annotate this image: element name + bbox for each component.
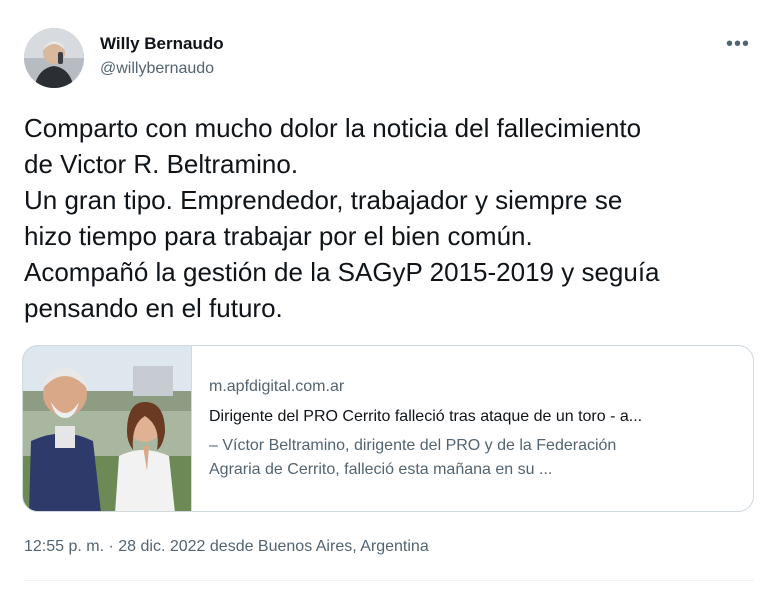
tweet-text-line: hizo tiempo para trabajar por el bien co…	[24, 221, 533, 251]
link-preview-card[interactable]: m.apfdigital.com.ar Dirigente del PRO Ce…	[22, 345, 754, 512]
tweet-text-line: pensando en el futuro.	[24, 293, 283, 323]
tweet-text-line: Acompañó la gestión de la SAGyP 2015-201…	[24, 257, 660, 287]
card-domain: m.apfdigital.com.ar	[209, 378, 345, 395]
tweet-text-line: de Victor R. Beltramino.	[24, 149, 299, 179]
card-title: Dirigente del PRO Cerrito falleció tras …	[209, 408, 643, 425]
tweet: Willy Bernaudo @willybernaudo ••• Compar…	[0, 0, 770, 605]
more-horizontal-icon[interactable]: •••	[722, 30, 754, 58]
card-description-line: Agraria de Cerrito, falleció esta mañana…	[209, 461, 553, 478]
card-description-line: – Víctor Beltramino, dirigente del PRO y…	[209, 437, 617, 454]
card-description: – Víctor Beltramino, dirigente del PRO y…	[209, 434, 739, 482]
tweet-text-line: Un gran tipo. Emprendedor, trabajador y …	[24, 185, 623, 215]
divider	[24, 580, 754, 581]
tweet-text-line: Comparto con mucho dolor la noticia del …	[24, 113, 642, 143]
tweet-timestamp[interactable]: 12:55 p. m. · 28 dic. 2022 desde Buenos …	[24, 538, 429, 556]
author-handle[interactable]: @willybernaudo	[100, 60, 214, 78]
tweet-text: Comparto con mucho dolor la noticia del …	[24, 110, 754, 326]
link-preview-image	[23, 346, 192, 511]
avatar[interactable]	[24, 28, 84, 88]
author-name[interactable]: Willy Bernaudo	[100, 34, 224, 54]
